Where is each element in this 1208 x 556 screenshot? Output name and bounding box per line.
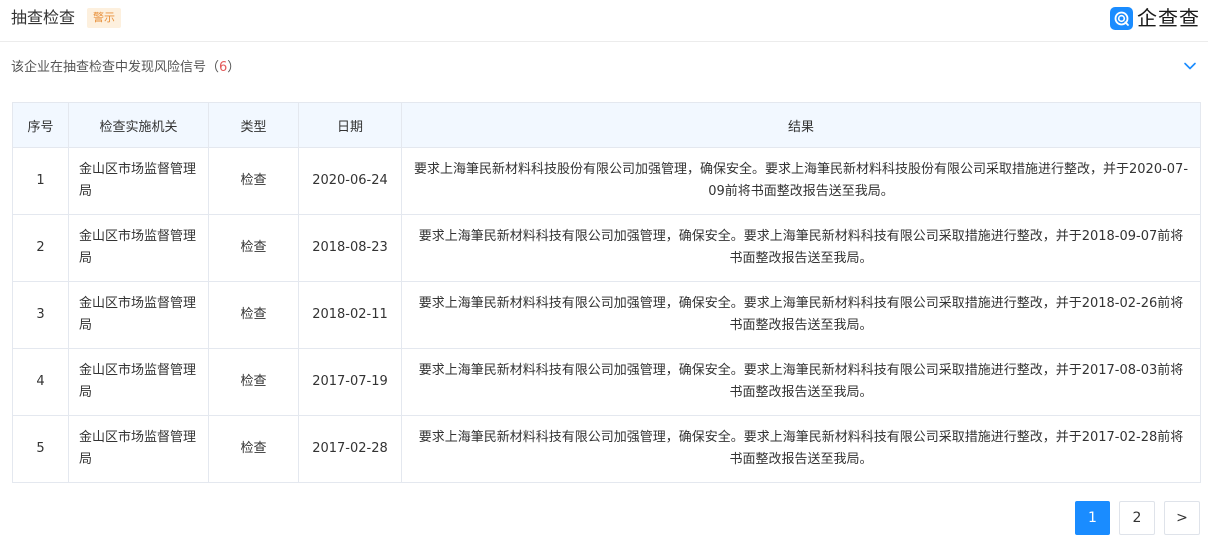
column-header-result: 结果 xyxy=(401,102,1201,148)
cell-org: 金山区市场监督管理局 xyxy=(68,281,209,349)
cell-result: 要求上海筆民新材料科技有限公司加强管理，确保安全。要求上海筆民新材料科技有限公司… xyxy=(401,415,1201,483)
table-row: 2 金山区市场监督管理局 检查 2018-08-23 要求上海筆民新材料科技有限… xyxy=(12,214,1201,282)
chevron-down-icon[interactable] xyxy=(1182,58,1198,74)
section-title: 抽查检查 xyxy=(11,8,76,27)
cell-date: 2017-02-28 xyxy=(298,415,402,483)
cell-date: 2017-07-19 xyxy=(298,348,402,416)
cell-type: 检查 xyxy=(208,348,299,416)
cell-result: 要求上海筆民新材料科技有限公司加强管理，确保安全。要求上海筆民新材料科技有限公司… xyxy=(401,214,1201,282)
table-row: 4 金山区市场监督管理局 检查 2017-07-19 要求上海筆民新材料科技有限… xyxy=(12,348,1201,416)
cell-org: 金山区市场监督管理局 xyxy=(68,415,209,483)
cell-result: 要求上海筆民新材料科技有限公司加强管理，确保安全。要求上海筆民新材料科技有限公司… xyxy=(401,281,1201,349)
qichacha-logo-icon xyxy=(1110,6,1133,30)
column-header-no: 序号 xyxy=(12,102,69,148)
cell-date: 2020-06-24 xyxy=(298,147,402,215)
column-header-org: 检查实施机关 xyxy=(68,102,209,148)
warning-badge: 警示 xyxy=(87,8,121,28)
brand-logo: 企查查 xyxy=(1110,5,1200,31)
table-row: 5 金山区市场监督管理局 检查 2017-02-28 要求上海筆民新材料科技有限… xyxy=(12,415,1201,483)
cell-org: 金山区市场监督管理局 xyxy=(68,214,209,282)
page-button-1[interactable]: 1 xyxy=(1075,501,1110,535)
brand-name: 企查查 xyxy=(1137,6,1200,30)
cell-no: 4 xyxy=(12,348,69,416)
page-button-2[interactable]: 2 xyxy=(1119,501,1155,535)
cell-no: 3 xyxy=(12,281,69,349)
cell-org: 金山区市场监督管理局 xyxy=(68,348,209,416)
table-row: 1 金山区市场监督管理局 检查 2020-06-24 要求上海筆民新材料科技股份… xyxy=(12,147,1201,215)
cell-type: 检查 xyxy=(208,147,299,215)
cell-no: 1 xyxy=(12,147,69,215)
section-header: 抽查检查 警示 企查查 xyxy=(0,0,1208,42)
column-header-date: 日期 xyxy=(298,102,402,148)
next-page-button[interactable]: > xyxy=(1164,501,1200,535)
risk-summary-text: 该企业在抽查检查中发现风险信号（ xyxy=(11,60,220,75)
cell-type: 检查 xyxy=(208,415,299,483)
table-row: 3 金山区市场监督管理局 检查 2018-02-11 要求上海筆民新材料科技有限… xyxy=(12,281,1201,349)
column-header-type: 类型 xyxy=(208,102,299,148)
cell-no: 2 xyxy=(12,214,69,282)
cell-result: 要求上海筆民新材料科技股份有限公司加强管理，确保安全。要求上海筆民新材料科技股份… xyxy=(401,147,1201,215)
cell-result: 要求上海筆民新材料科技有限公司加强管理，确保安全。要求上海筆民新材料科技有限公司… xyxy=(401,348,1201,416)
inspection-table: 序号 检查实施机关 类型 日期 结果 1 金山区市场监督管理局 检查 2020-… xyxy=(12,102,1201,483)
cell-org: 金山区市场监督管理局 xyxy=(68,147,209,215)
risk-summary: 该企业在抽查检查中发现风险信号（6） xyxy=(11,59,240,77)
cell-date: 2018-08-23 xyxy=(298,214,402,282)
cell-type: 检查 xyxy=(208,214,299,282)
risk-summary-close: ） xyxy=(227,60,241,75)
cell-date: 2018-02-11 xyxy=(298,281,402,349)
cell-type: 检查 xyxy=(208,281,299,349)
table-header-row: 序号 检查实施机关 类型 日期 结果 xyxy=(12,102,1201,148)
cell-no: 5 xyxy=(12,415,69,483)
